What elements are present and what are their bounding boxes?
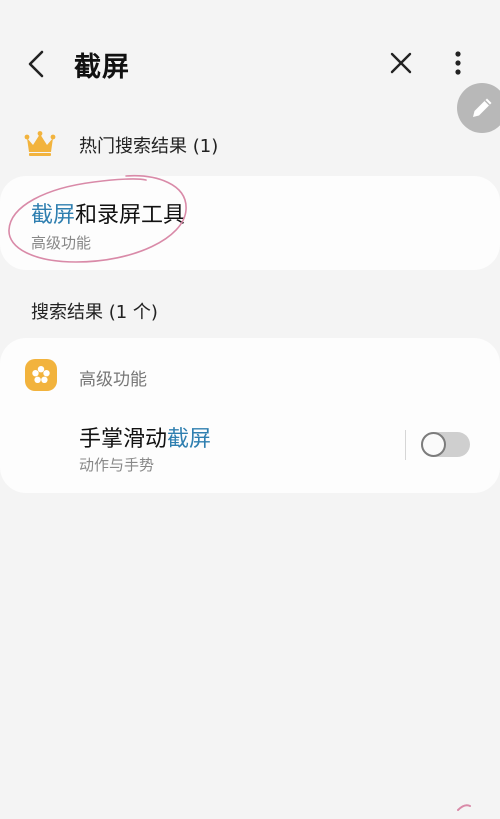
close-button[interactable] xyxy=(384,46,418,80)
hot-result-subtitle: 高级功能 xyxy=(31,234,92,252)
result-group-label: 高级功能 xyxy=(79,370,147,390)
search-results-card: 高级功能 手掌滑动截屏 动作与手势 xyxy=(0,338,500,493)
more-vertical-icon xyxy=(455,51,461,75)
annotation-stroke-mark xyxy=(457,804,471,811)
result-item-subtitle: 动作与手势 xyxy=(79,456,155,474)
hot-results-header: 热门搜索结果 (1) xyxy=(0,128,500,162)
hot-results-label: 热门搜索结果 (1) xyxy=(79,136,219,157)
toggle-divider xyxy=(405,430,406,460)
palm-swipe-toggle[interactable] xyxy=(421,432,470,457)
advanced-features-icon xyxy=(25,359,57,391)
result-item-title-rest: 手掌滑动 xyxy=(79,427,168,452)
gear-flower-icon xyxy=(32,366,50,383)
top-app-bar: 截屏 xyxy=(0,0,500,120)
chevron-left-icon xyxy=(28,50,44,78)
edit-floating-button[interactable] xyxy=(457,83,500,133)
back-button[interactable] xyxy=(18,44,54,84)
search-results-label: 搜索结果 (1 个) xyxy=(31,302,158,323)
search-highlight: 截屏 xyxy=(31,203,76,228)
toggle-knob xyxy=(421,432,446,457)
result-item-title: 手掌滑动截屏 xyxy=(79,421,211,453)
search-highlight: 截屏 xyxy=(167,427,212,452)
hot-result-title: 截屏和录屏工具 xyxy=(31,197,185,229)
crown-icon xyxy=(24,131,56,156)
close-icon xyxy=(390,52,412,74)
hot-result-title-rest: 和录屏工具 xyxy=(75,203,186,228)
page-title: 截屏 xyxy=(74,52,130,83)
pencil-icon xyxy=(473,98,492,117)
hot-result-card[interactable]: 截屏和录屏工具 高级功能 xyxy=(0,176,500,270)
more-options-button[interactable] xyxy=(446,46,470,80)
